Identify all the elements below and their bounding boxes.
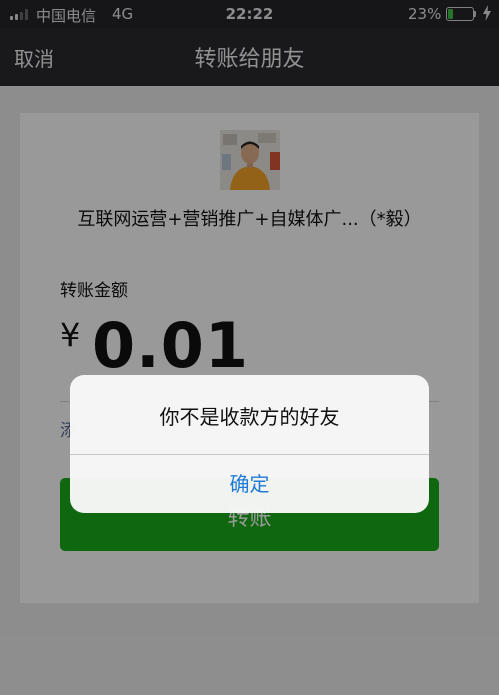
modal-overlay [0, 0, 499, 695]
confirm-button[interactable]: 确定 [70, 455, 429, 513]
alert-dialog: 你不是收款方的好友 确定 [70, 375, 429, 513]
alert-message: 你不是收款方的好友 [159, 405, 340, 429]
transfer-screen: 中国电信 4G 22:22 23% 取消 转账给朋友 互联网运营+营销推广+自媒… [0, 0, 499, 695]
